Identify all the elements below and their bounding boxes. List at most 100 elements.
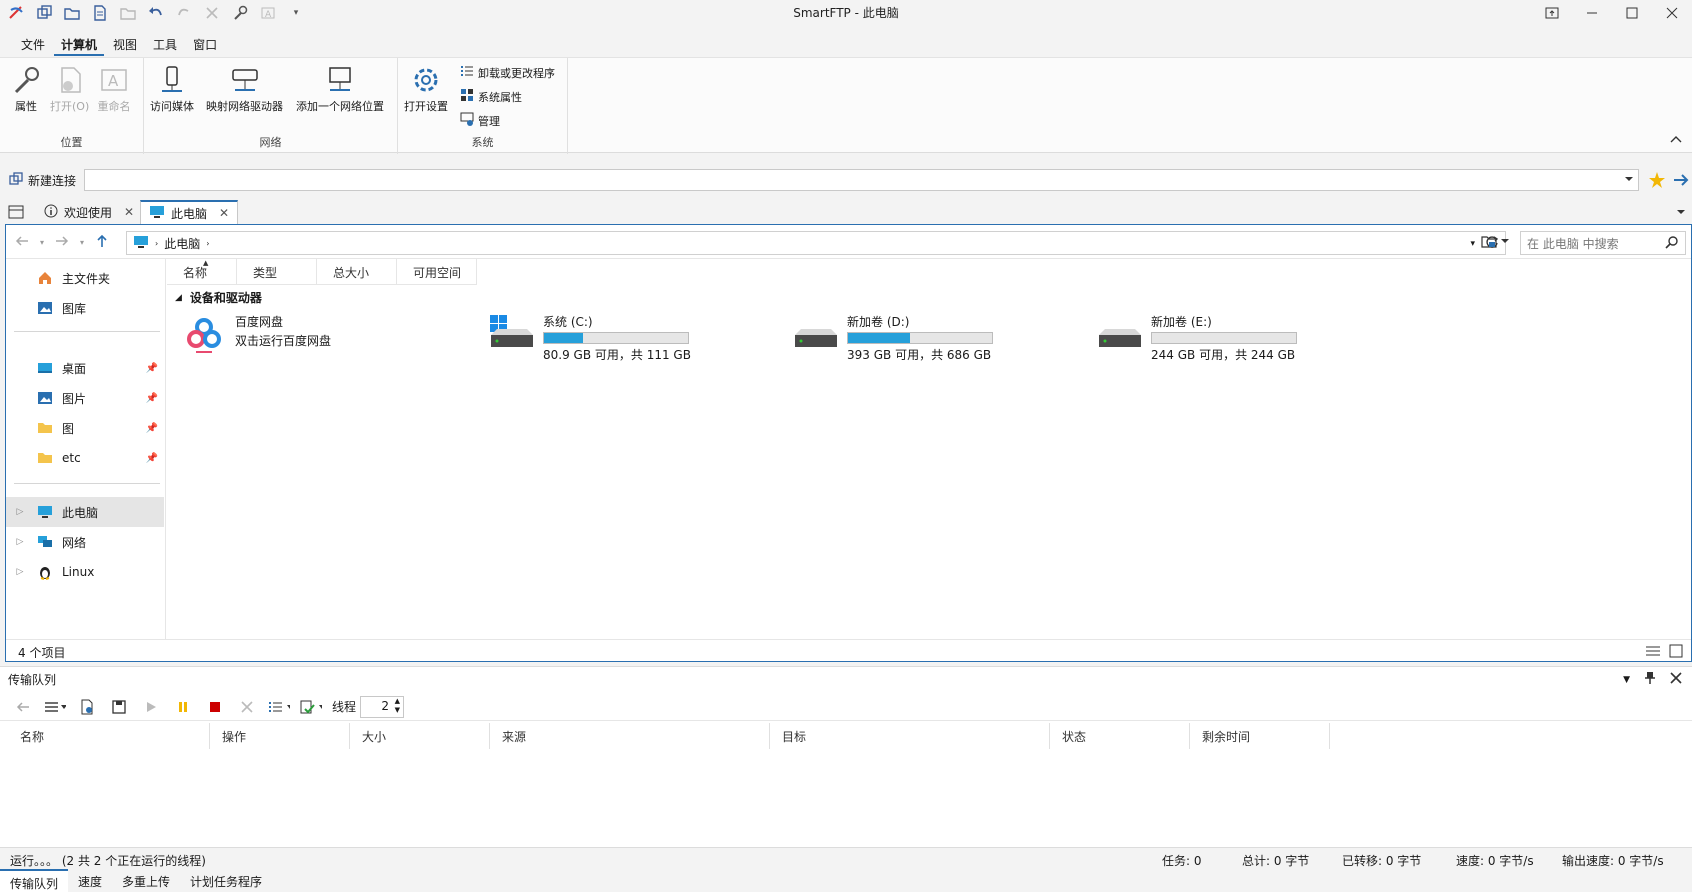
breadcrumb-item[interactable]: 此电脑 [164,235,200,252]
queue-column-size[interactable]: 大小 [350,723,490,749]
pin-icon[interactable]: 📌 [146,363,158,374]
sidebar-item-network[interactable]: ▷ 网络 [6,527,164,557]
tabs-overflow-icon[interactable] [1676,206,1686,220]
tab-welcome[interactable]: 欢迎使用 ✕ [36,200,142,224]
history-dropdown-icon[interactable]: ▾ [40,238,44,247]
menu-computer[interactable]: 计算机 [54,34,105,56]
queue-column-status[interactable]: 状态 [1050,723,1190,749]
sidebar-item-home[interactable]: 主文件夹 [6,263,164,293]
column-header-name[interactable]: 名称 ▲ [167,259,237,285]
menu-tools[interactable]: 工具 [146,34,184,56]
address-dropdown-icon[interactable] [1624,173,1634,187]
queue-column-target[interactable]: 目标 [770,723,1050,749]
open-button[interactable]: 打开(O) [50,62,89,114]
go-arrow-icon[interactable] [1672,171,1690,192]
pin-icon[interactable]: 📌 [146,423,158,434]
queue-column-name[interactable]: 名称 [8,723,210,749]
history-dropdown-icon[interactable]: ▾ [80,238,84,247]
breadcrumb-dropdown-icon[interactable]: ▾ [1470,239,1475,249]
tab-transfer-queue[interactable]: 传输队列 [0,869,69,892]
save-queue-icon[interactable] [108,696,130,718]
uninstall-button[interactable]: 卸载或更改程序 [460,64,555,81]
new-connection-button[interactable]: 新建连接 [8,171,76,190]
tab-multi-upload[interactable]: 多重上传 [112,869,180,892]
column-header-free-space[interactable]: 可用空间 [397,259,477,285]
close-tab-icon[interactable]: ✕ [219,206,229,220]
sidebar-item-pictures[interactable]: 图片 📌 [6,383,164,413]
system-properties-button[interactable]: 系统属性 [460,88,522,105]
tab-this-pc[interactable]: 此电脑 ✕ [140,200,239,224]
app-tile-baidu[interactable]: 百度网盘 双击运行百度网盘 [181,311,331,371]
tiles-view-icon[interactable] [1669,644,1683,661]
tab-speed[interactable]: 速度 [68,869,112,892]
properties-button[interactable]: 属性 [8,62,44,114]
expand-chevron-icon[interactable]: ▷ [6,567,34,577]
queue-column-operation[interactable]: 操作 [210,723,350,749]
panel-pin-icon[interactable] [1644,671,1656,688]
queue-column-time-left[interactable]: 剩余时间 [1190,723,1330,749]
drive-tile[interactable]: 系统 (C:) 80.9 GB 可用，共 111 GB [489,311,691,371]
menu-view[interactable]: 视图 [106,34,144,56]
map-drive-button[interactable]: 映射网络驱动器 [206,62,283,114]
drive-tile[interactable]: 新加卷 (E:) 244 GB 可用，共 244 GB [1097,311,1297,371]
column-header-total-size[interactable]: 总大小 [317,259,397,285]
sidebar-item-desktop[interactable]: 桌面 📌 [6,353,164,383]
minimize-button[interactable] [1572,0,1612,26]
maximize-button[interactable] [1612,0,1652,26]
sidebar-item-etc[interactable]: etc 📌 [6,443,164,473]
rename-button[interactable]: A 重命名 [96,62,132,114]
drive-tile[interactable]: 新加卷 (D:) 393 GB 可用，共 686 GB [793,311,993,371]
ribbon-collapse-icon[interactable] [1670,132,1682,146]
sidebar-item-this-pc[interactable]: ▷ 此电脑 [6,497,164,527]
manage-button[interactable]: 管理 [460,112,500,129]
close-button[interactable] [1652,0,1692,26]
undo-icon[interactable] [146,3,166,23]
panel-dropdown-icon[interactable]: ▼ [1623,675,1630,685]
pause-icon[interactable] [172,696,194,718]
wrench-icon[interactable] [230,3,250,23]
queue-list-icon[interactable] [268,696,290,718]
verify-icon[interactable] [300,696,322,718]
group-header[interactable]: ◢ 设备和驱动器 [175,289,262,306]
close-tab-icon[interactable]: ✕ [124,205,134,219]
address-input[interactable] [84,169,1639,191]
sidebar-item-folder[interactable]: 图 📌 [6,413,164,443]
search-input[interactable]: 在 此电脑 中搜索 [1520,231,1686,255]
connect-icon[interactable] [34,3,54,23]
queue-menu-icon[interactable] [44,696,66,718]
menu-window[interactable]: 窗口 [186,34,224,56]
favorites-star-icon[interactable] [1648,171,1666,192]
tab-list-icon[interactable] [8,204,24,223]
up-arrow-icon[interactable] [94,233,110,252]
search-icon[interactable] [1665,235,1679,252]
breadcrumb[interactable]: › 此电脑 › ▾ [126,231,1506,255]
collapse-group-icon[interactable]: ◢ [175,293,182,303]
open-folder-icon[interactable] [62,3,82,23]
tab-scheduler[interactable]: 计划任务程序 [180,869,272,892]
queue-column-source[interactable]: 来源 [490,723,770,749]
panel-close-icon[interactable] [1670,672,1682,687]
forward-arrow-icon[interactable] [54,233,70,252]
access-media-button[interactable]: 访问媒体 [150,62,194,114]
stepper-arrows-icon[interactable]: ▲ ▼ [395,697,400,715]
new-document-icon[interactable] [90,3,110,23]
back-arrow-icon[interactable] [14,233,30,252]
stop-icon[interactable] [204,696,226,718]
expand-chevron-icon[interactable]: ▷ [6,537,34,547]
new-folder-menu-icon[interactable] [1480,233,1510,252]
pin-icon[interactable]: 📌 [146,393,158,404]
add-location-button[interactable]: 添加一个网络位置 [296,62,384,114]
load-queue-icon[interactable] [76,696,98,718]
open-settings-button[interactable]: 打开设置 [404,62,448,114]
threads-stepper[interactable]: 2 ▲ ▼ [360,695,405,718]
pin-window-button[interactable] [1532,0,1572,26]
app-logo-icon[interactable] [6,3,26,23]
menu-file[interactable]: 文件 [14,34,52,56]
sidebar-item-linux[interactable]: ▷ Linux [6,557,164,587]
pin-icon[interactable]: 📌 [146,453,158,464]
column-header-type[interactable]: 类型 [237,259,317,285]
expand-chevron-icon[interactable]: ▷ [6,507,34,517]
details-view-icon[interactable] [1645,644,1661,661]
qat-customize-icon[interactable]: ▾ [286,3,306,23]
sidebar-item-gallery[interactable]: 图库 [6,293,164,323]
